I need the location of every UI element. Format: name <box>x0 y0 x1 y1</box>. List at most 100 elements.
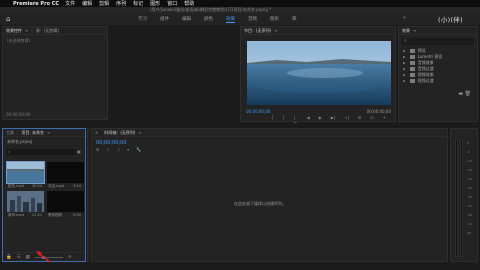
project-search-input[interactable]: ⌕ <box>6 149 76 155</box>
thumb-4-name: 黑场视频 <box>48 213 62 217</box>
add-button-icon[interactable]: + <box>383 115 386 125</box>
thumb-3-duration: 21:21 <box>32 213 43 217</box>
disclosure-triangle-icon[interactable]: ▶ <box>403 61 406 65</box>
go-to-out-icon[interactable]: →| <box>344 115 349 125</box>
tab-project[interactable]: 项目: 未命名 <box>21 130 44 136</box>
program-title[interactable]: 节目：(无序列) <box>244 28 271 34</box>
ws-tab-libraries[interactable]: 库 <box>292 16 297 22</box>
play-icon[interactable]: ▶ <box>319 115 322 125</box>
ws-tab-assembly[interactable]: 组件 <box>160 16 169 22</box>
thumb-1-duration: 30:24 <box>32 184 43 188</box>
ws-tab-editing[interactable]: 编辑 <box>182 16 191 22</box>
linked-selection-icon[interactable]: ⊃ <box>117 147 120 152</box>
red-arrow-annotation <box>36 251 51 263</box>
disclosure-triangle-icon[interactable]: ▶ <box>403 79 406 83</box>
program-video-frame[interactable] <box>247 41 391 105</box>
project-thumb-2[interactable] <box>47 162 84 183</box>
effects-panel: 效果 ≡ ⌕ ▶ 预设 ▶ Lumetri 预设 ▶ 音频效果 ▶ 音频过渡 ▶ 视频效果… <box>398 26 478 122</box>
thumb-2-name: 天空.mp4 <box>48 184 64 188</box>
project-thumb-1[interactable] <box>6 161 45 184</box>
menu-window[interactable]: 窗口 <box>167 0 177 7</box>
menu-help[interactable]: 帮助 <box>184 0 194 7</box>
menu-clip[interactable]: 剪辑 <box>99 0 109 7</box>
list-view-icon[interactable]: ☰ <box>17 255 21 260</box>
wrench-icon[interactable]: 🔧 <box>136 147 141 152</box>
lift-icon[interactable]: ⊞ <box>358 115 361 125</box>
effects-title[interactable]: 效果 <box>402 28 410 34</box>
project-thumb-3[interactable] <box>7 191 44 212</box>
menu-markers[interactable]: 标记 <box>133 0 143 7</box>
menu-sequence[interactable]: 序列 <box>116 0 126 7</box>
effects-folder-video-transitions[interactable]: ▶ 视频过渡 <box>399 78 477 84</box>
workspace-bar: ⌂ 学习 组件 编辑 颜色 效果 音频 图形 库 » (小)(伴) <box>0 13 480 25</box>
effects-search-input[interactable]: ⌕ <box>402 38 474 45</box>
premiere-window: Premiere Pro CC 文件 编辑 剪辑 序列 标记 图形 窗口 帮助 … <box>0 0 480 270</box>
menu-bar: Premiere Pro CC 文件 编辑 剪辑 序列 标记 图形 窗口 帮助 <box>0 0 480 7</box>
city-thumbnail <box>7 191 44 212</box>
go-to-in-icon[interactable]: |← <box>294 115 298 125</box>
ws-tab-effects[interactable]: 效果 <box>226 16 235 23</box>
ws-tab-learn[interactable]: 学习 <box>138 16 147 22</box>
disclosure-triangle-icon[interactable]: ▶ <box>403 67 406 71</box>
ws-tab-graphics[interactable]: 图形 <box>270 16 279 22</box>
meter-scale: 0 -6 -12 -18 -24 -30 -36 -42 -48 -54 dB <box>467 141 472 235</box>
panel-menu-icon[interactable]: ≡ <box>47 130 50 135</box>
panel-menu-icon[interactable]: ≡ <box>274 28 277 33</box>
folder-icon <box>409 49 415 53</box>
search-icon: ⌕ <box>404 38 407 44</box>
mark-in-icon[interactable]: { <box>271 115 274 125</box>
thumb-4-duration: 5:00 <box>73 213 81 217</box>
ws-tab-audio[interactable]: 音频 <box>248 16 257 22</box>
folder-label: 视频过渡 <box>417 78 434 83</box>
tools-strip <box>87 128 90 262</box>
program-timecode-duration: 00;00;00;00 <box>366 109 391 114</box>
add-marker-icon[interactable]: ▾ <box>127 147 129 152</box>
search-icon: ⌕ <box>8 149 11 154</box>
icon-view-icon[interactable]: ▦ <box>26 255 30 260</box>
menu-edit[interactable]: 编辑 <box>82 0 92 7</box>
project-thumb-4[interactable] <box>47 191 84 212</box>
menu-graphics[interactable]: 图形 <box>150 0 160 7</box>
folder-icon <box>409 67 415 71</box>
mark-out-icon[interactable]: } <box>283 115 286 125</box>
app-name[interactable]: Premiere Pro CC <box>13 1 59 7</box>
step-back-icon[interactable]: ◀ <box>307 115 310 125</box>
more-workspaces-icon[interactable]: » <box>403 15 406 21</box>
folder-icon <box>409 79 415 83</box>
tab-source[interactable]: 源：(无剪辑) <box>36 28 59 34</box>
timeline-title[interactable]: 时间轴：(无序列) <box>104 130 135 136</box>
export-frame-icon[interactable]: ⊡ <box>370 115 373 125</box>
panel-menu-icon[interactable]: ≡ <box>138 130 141 135</box>
tab-effect-controls[interactable]: 效果控件 <box>6 28 22 34</box>
timeline-timecode[interactable]: 00;00;00;00 <box>96 140 127 146</box>
meter-right <box>460 139 463 257</box>
new-bin-icon[interactable]: ▬ <box>458 91 463 97</box>
thumb-1-name: 航拍.mp4 <box>8 184 24 188</box>
disclosure-triangle-icon[interactable]: ▶ <box>403 49 406 53</box>
tab-tools[interactable]: 工具 <box>6 130 14 136</box>
program-timecode-current[interactable]: 00;00;00;00 <box>246 109 270 114</box>
disclosure-triangle-icon[interactable]: ▶ <box>403 73 406 77</box>
home-icon[interactable]: ⌂ <box>6 15 14 23</box>
lake-thumbnail <box>7 162 44 183</box>
meter-left <box>455 139 458 257</box>
menu-file[interactable]: 文件 <box>65 0 75 7</box>
brand-watermark: (小)(伴) <box>438 16 463 24</box>
folder-icon <box>409 55 415 59</box>
sort-icon[interactable]: ≡ <box>68 255 72 260</box>
panel-menu-icon[interactable]: ≡ <box>25 28 28 33</box>
lock-icon[interactable]: 🔒 <box>6 255 12 260</box>
close-icon[interactable]: × <box>95 130 98 135</box>
panel-menu-icon[interactable]: ≡ <box>413 28 416 33</box>
snap-icon[interactable]: ⊂ <box>106 147 109 152</box>
effect-controls-timecode[interactable]: 00;00;00;00 <box>6 112 30 117</box>
ws-tab-color[interactable]: 颜色 <box>204 16 213 22</box>
disclosure-triangle-icon[interactable]: ▶ <box>403 55 406 59</box>
thumb-3-name: 城市.mp4 <box>8 213 24 217</box>
timeline-toolbar: ⊞ ⊂ ⊃ ▾ 🔧 <box>96 147 148 152</box>
new-bin-icon[interactable]: ▣ <box>77 149 81 154</box>
effects-footer-icons: ▬ 🗑 <box>458 91 471 97</box>
delete-icon[interactable]: 🗑 <box>465 91 471 97</box>
step-forward-icon[interactable]: ▶| <box>331 115 335 125</box>
nest-icon[interactable]: ⊞ <box>96 147 99 152</box>
